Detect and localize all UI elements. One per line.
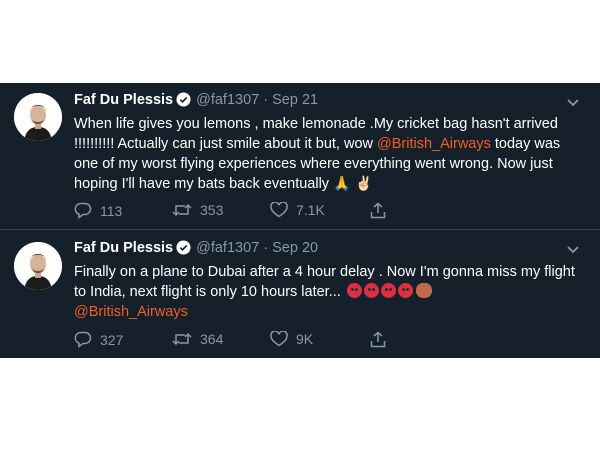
author-name[interactable]: Faf Du Plessis bbox=[74, 92, 173, 108]
like-count: 9K bbox=[296, 331, 314, 347]
avatar[interactable] bbox=[14, 242, 62, 290]
tweet-1[interactable]: Faf Du Plessis @faf1307 · Sep 21 When lif… bbox=[0, 83, 600, 229]
reply-button[interactable]: 113 bbox=[74, 202, 122, 219]
retweet-count: 353 bbox=[200, 202, 224, 218]
tweet-header: Faf Du Plessis @faf1307 · Sep 21 bbox=[74, 92, 318, 112]
verified-badge-icon bbox=[176, 240, 191, 259]
heart-icon bbox=[270, 331, 288, 347]
chevron-down-icon[interactable] bbox=[566, 242, 580, 260]
angry-face-emoji bbox=[380, 283, 396, 298]
retweet-icon bbox=[172, 331, 192, 347]
mention-link[interactable]: @British_Airways bbox=[74, 304, 188, 320]
like-button[interactable]: 7.1K bbox=[270, 202, 325, 218]
see-no-evil-monkey-emoji bbox=[415, 283, 432, 298]
share-icon bbox=[370, 202, 386, 219]
author-handle[interactable]: @faf1307 bbox=[196, 92, 259, 108]
tweet-text-part: Finally on a plane to Dubai after a 4 ho… bbox=[74, 264, 575, 300]
tweet-date[interactable]: Sep 20 bbox=[272, 240, 318, 256]
like-button[interactable]: 9K bbox=[270, 331, 313, 347]
tweet-text: When life gives you lemons , make lemona… bbox=[74, 114, 584, 194]
author-name[interactable]: Faf Du Plessis bbox=[74, 240, 173, 256]
tweet-2[interactable]: Faf Du Plessis @faf1307 · Sep 20 Finally … bbox=[0, 230, 600, 358]
tweet-header: Faf Du Plessis @faf1307 · Sep 20 bbox=[74, 240, 318, 260]
reply-icon bbox=[74, 202, 92, 219]
reply-count: 113 bbox=[100, 202, 123, 219]
emoji-group: 🙏 ✌🏻 bbox=[333, 176, 373, 192]
retweet-count: 364 bbox=[200, 331, 224, 347]
share-button[interactable] bbox=[370, 331, 386, 348]
separator: · bbox=[263, 92, 269, 108]
angry-face-emoji bbox=[397, 283, 413, 298]
share-button[interactable] bbox=[370, 202, 386, 219]
reply-button[interactable]: 327 bbox=[74, 331, 123, 348]
separator: · bbox=[263, 240, 269, 256]
tweet-date[interactable]: Sep 21 bbox=[272, 92, 318, 108]
mention-link[interactable]: @British_Airways bbox=[377, 136, 491, 152]
heart-icon bbox=[270, 202, 288, 218]
reply-icon bbox=[74, 331, 92, 348]
angry-face-emoji bbox=[346, 283, 362, 298]
retweet-button[interactable]: 353 bbox=[172, 202, 223, 218]
retweet-icon bbox=[172, 202, 192, 218]
tweet-timeline: Faf Du Plessis @faf1307 · Sep 21 When lif… bbox=[0, 83, 600, 358]
retweet-button[interactable]: 364 bbox=[172, 331, 223, 347]
chevron-down-icon[interactable] bbox=[566, 95, 580, 113]
author-handle[interactable]: @faf1307 bbox=[196, 240, 259, 256]
angry-face-emoji bbox=[363, 283, 379, 298]
tweet-text: Finally on a plane to Dubai after a 4 ho… bbox=[74, 262, 584, 322]
verified-badge-icon bbox=[176, 92, 191, 111]
share-icon bbox=[370, 331, 386, 348]
like-count: 7.1K bbox=[296, 202, 325, 218]
reply-count: 327 bbox=[100, 331, 124, 348]
avatar[interactable] bbox=[14, 93, 62, 141]
